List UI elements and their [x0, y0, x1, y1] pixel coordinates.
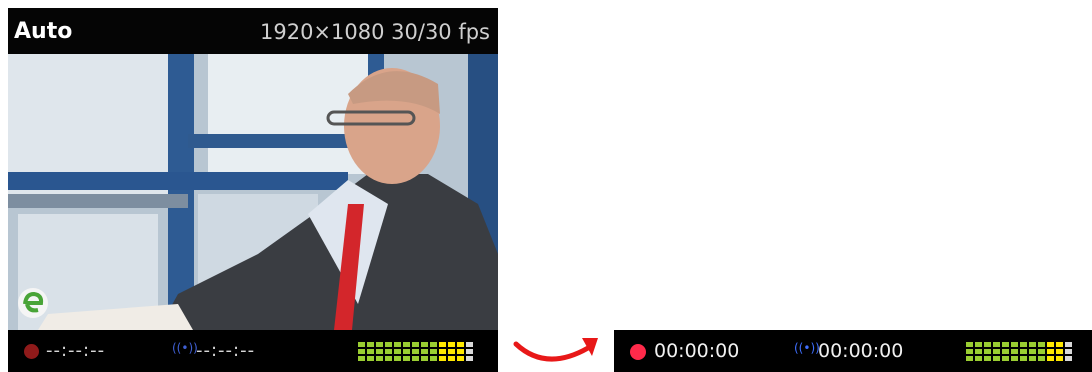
meter-cell [975, 356, 982, 361]
meter-cell [457, 356, 464, 361]
meter-cell [430, 342, 437, 347]
meter-cell [394, 342, 401, 347]
meter-cell [367, 342, 374, 347]
meter-cell [412, 349, 419, 354]
meter-cell [1056, 349, 1063, 354]
broadcast-icon[interactable]: ((•)) [172, 341, 198, 355]
meter-cell [466, 349, 473, 354]
meter-cell [1047, 342, 1054, 347]
meter-cell [966, 349, 973, 354]
audio-level-meter [358, 342, 473, 361]
meter-cell [993, 349, 1000, 354]
meter-cell [385, 356, 392, 361]
meter-cell [1065, 356, 1072, 361]
meter-cell [376, 349, 383, 354]
meter-cell [1047, 349, 1054, 354]
meter-cell [466, 342, 473, 347]
meter-cell [358, 356, 365, 361]
record-dot-icon[interactable] [24, 344, 39, 359]
meter-cell [358, 342, 365, 347]
meter-cell [1011, 349, 1018, 354]
meter-cell [1029, 342, 1036, 347]
meter-cell [1056, 342, 1063, 347]
meter-cell [439, 342, 446, 347]
meter-cell [984, 342, 991, 347]
broadcast-icon[interactable]: ((•)) [794, 341, 820, 355]
meter-cell [1002, 342, 1009, 347]
meter-cell [1002, 349, 1009, 354]
meter-cell [1065, 342, 1072, 347]
meter-cell [1011, 342, 1018, 347]
brand-logo [16, 286, 50, 320]
meter-cell [358, 349, 365, 354]
meter-cell [448, 349, 455, 354]
record-dot-icon[interactable] [630, 344, 646, 360]
meter-cell [457, 342, 464, 347]
meter-cell [1056, 356, 1063, 361]
curved-arrow-icon [513, 338, 598, 362]
meter-cell [403, 342, 410, 347]
meter-cell [385, 342, 392, 347]
meter-cell [367, 349, 374, 354]
monitor-top-bar: Auto 1920×1080 30/30 fps [8, 8, 498, 54]
meter-cell [412, 342, 419, 347]
meter-cell [984, 356, 991, 361]
meter-cell [1029, 349, 1036, 354]
meter-cell [993, 342, 1000, 347]
meter-cell [448, 356, 455, 361]
status-bar: --:--:-- ((•)) --:--:-- [8, 330, 498, 372]
meter-cell [394, 349, 401, 354]
meter-cell [1020, 349, 1027, 354]
meter-cell [993, 356, 1000, 361]
meter-cell [457, 349, 464, 354]
meter-cell [430, 349, 437, 354]
meter-cell [984, 349, 991, 354]
meter-cell [1065, 349, 1072, 354]
meter-cell [975, 349, 982, 354]
mode-label[interactable]: Auto [14, 19, 72, 44]
meter-cell [448, 342, 455, 347]
stream-timer: 00:00:00 [818, 340, 904, 362]
meter-cell [403, 356, 410, 361]
meter-cell [412, 356, 419, 361]
meter-cell [975, 342, 982, 347]
meter-cell [385, 349, 392, 354]
record-timer: --:--:-- [46, 340, 106, 361]
meter-cell [403, 349, 410, 354]
meter-cell [430, 356, 437, 361]
meter-cell [421, 349, 428, 354]
meter-cell [376, 356, 383, 361]
meter-cell [376, 342, 383, 347]
stream-timer: --:--:-- [196, 340, 256, 361]
meter-cell [1047, 356, 1054, 361]
meter-cell [1020, 356, 1027, 361]
meter-cell [421, 342, 428, 347]
meter-cell [439, 349, 446, 354]
meter-cell [1029, 356, 1036, 361]
video-preview [8, 54, 498, 330]
meter-cell [1011, 356, 1018, 361]
meter-cell [1038, 356, 1045, 361]
meter-cell [466, 356, 473, 361]
meter-cell [1038, 342, 1045, 347]
meter-cell [367, 356, 374, 361]
meter-cell [439, 356, 446, 361]
video-frame-image [8, 54, 498, 330]
record-timer: 00:00:00 [654, 340, 740, 362]
audio-level-meter [966, 342, 1072, 361]
resolution-label: 1920×1080 30/30 fps [259, 20, 490, 44]
video-monitor-panel: Auto 1920×1080 30/30 fps --:--:-- ((•)) … [8, 8, 498, 372]
meter-cell [421, 356, 428, 361]
e-logo-icon [18, 288, 48, 318]
meter-cell [966, 342, 973, 347]
meter-cell [1038, 349, 1045, 354]
meter-cell [1020, 342, 1027, 347]
expanded-status-bar: 00:00:00 ((•)) 00:00:00 [614, 330, 1092, 372]
meter-cell [394, 356, 401, 361]
meter-cell [1002, 356, 1009, 361]
meter-cell [966, 356, 973, 361]
